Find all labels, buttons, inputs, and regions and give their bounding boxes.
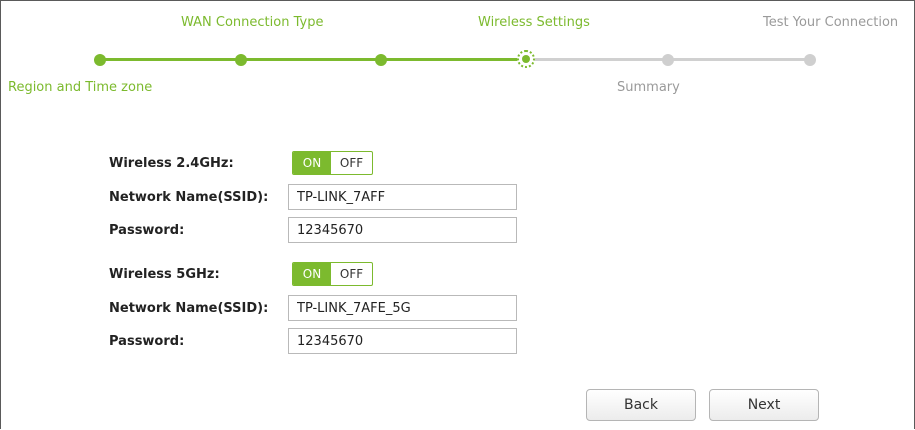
step-dot-summary <box>662 54 674 66</box>
wireless-24-toggle[interactable]: ON OFF <box>292 151 373 175</box>
step-label-summary: Summary <box>617 80 680 95</box>
step-dot-test-connection <box>804 54 816 66</box>
wireless-5-password-input[interactable] <box>288 328 517 354</box>
wireless-5-ssid-input[interactable] <box>288 295 517 321</box>
step-dot-region <box>94 54 106 66</box>
next-button[interactable]: Next <box>709 389 819 421</box>
step-dot-summary-prev <box>375 54 387 66</box>
step-dot-wireless-current <box>517 50 535 68</box>
step-label-wireless-settings: Wireless Settings <box>478 15 590 30</box>
wireless-5-ssid-label: Network Name(SSID): <box>109 301 269 316</box>
wireless-24-ssid-input[interactable] <box>288 184 517 210</box>
step-label-wan-connection-type: WAN Connection Type <box>181 15 324 30</box>
step-label-region-and-time-zone: Region and Time zone <box>8 80 153 95</box>
wireless-24-toggle-on[interactable]: ON <box>293 152 331 174</box>
wireless-24-password-input[interactable] <box>288 217 517 243</box>
wireless-5-toggle-on[interactable]: ON <box>293 263 331 285</box>
wireless-5-label: Wireless 5GHz: <box>109 267 220 282</box>
wireless-24-toggle-off[interactable]: OFF <box>331 152 372 174</box>
back-button[interactable]: Back <box>586 389 696 421</box>
wireless-24-password-label: Password: <box>109 223 185 238</box>
wizard-frame <box>0 0 915 429</box>
wireless-5-password-label: Password: <box>109 334 185 349</box>
wireless-5-toggle[interactable]: ON OFF <box>292 262 373 286</box>
step-dot-wan <box>235 54 247 66</box>
progress-track-complete <box>100 58 527 61</box>
wireless-24-ssid-label: Network Name(SSID): <box>109 190 269 205</box>
step-label-test-your-connection: Test Your Connection <box>763 15 899 30</box>
wireless-5-toggle-off[interactable]: OFF <box>331 263 372 285</box>
wireless-24-label: Wireless 2.4GHz: <box>109 156 234 171</box>
